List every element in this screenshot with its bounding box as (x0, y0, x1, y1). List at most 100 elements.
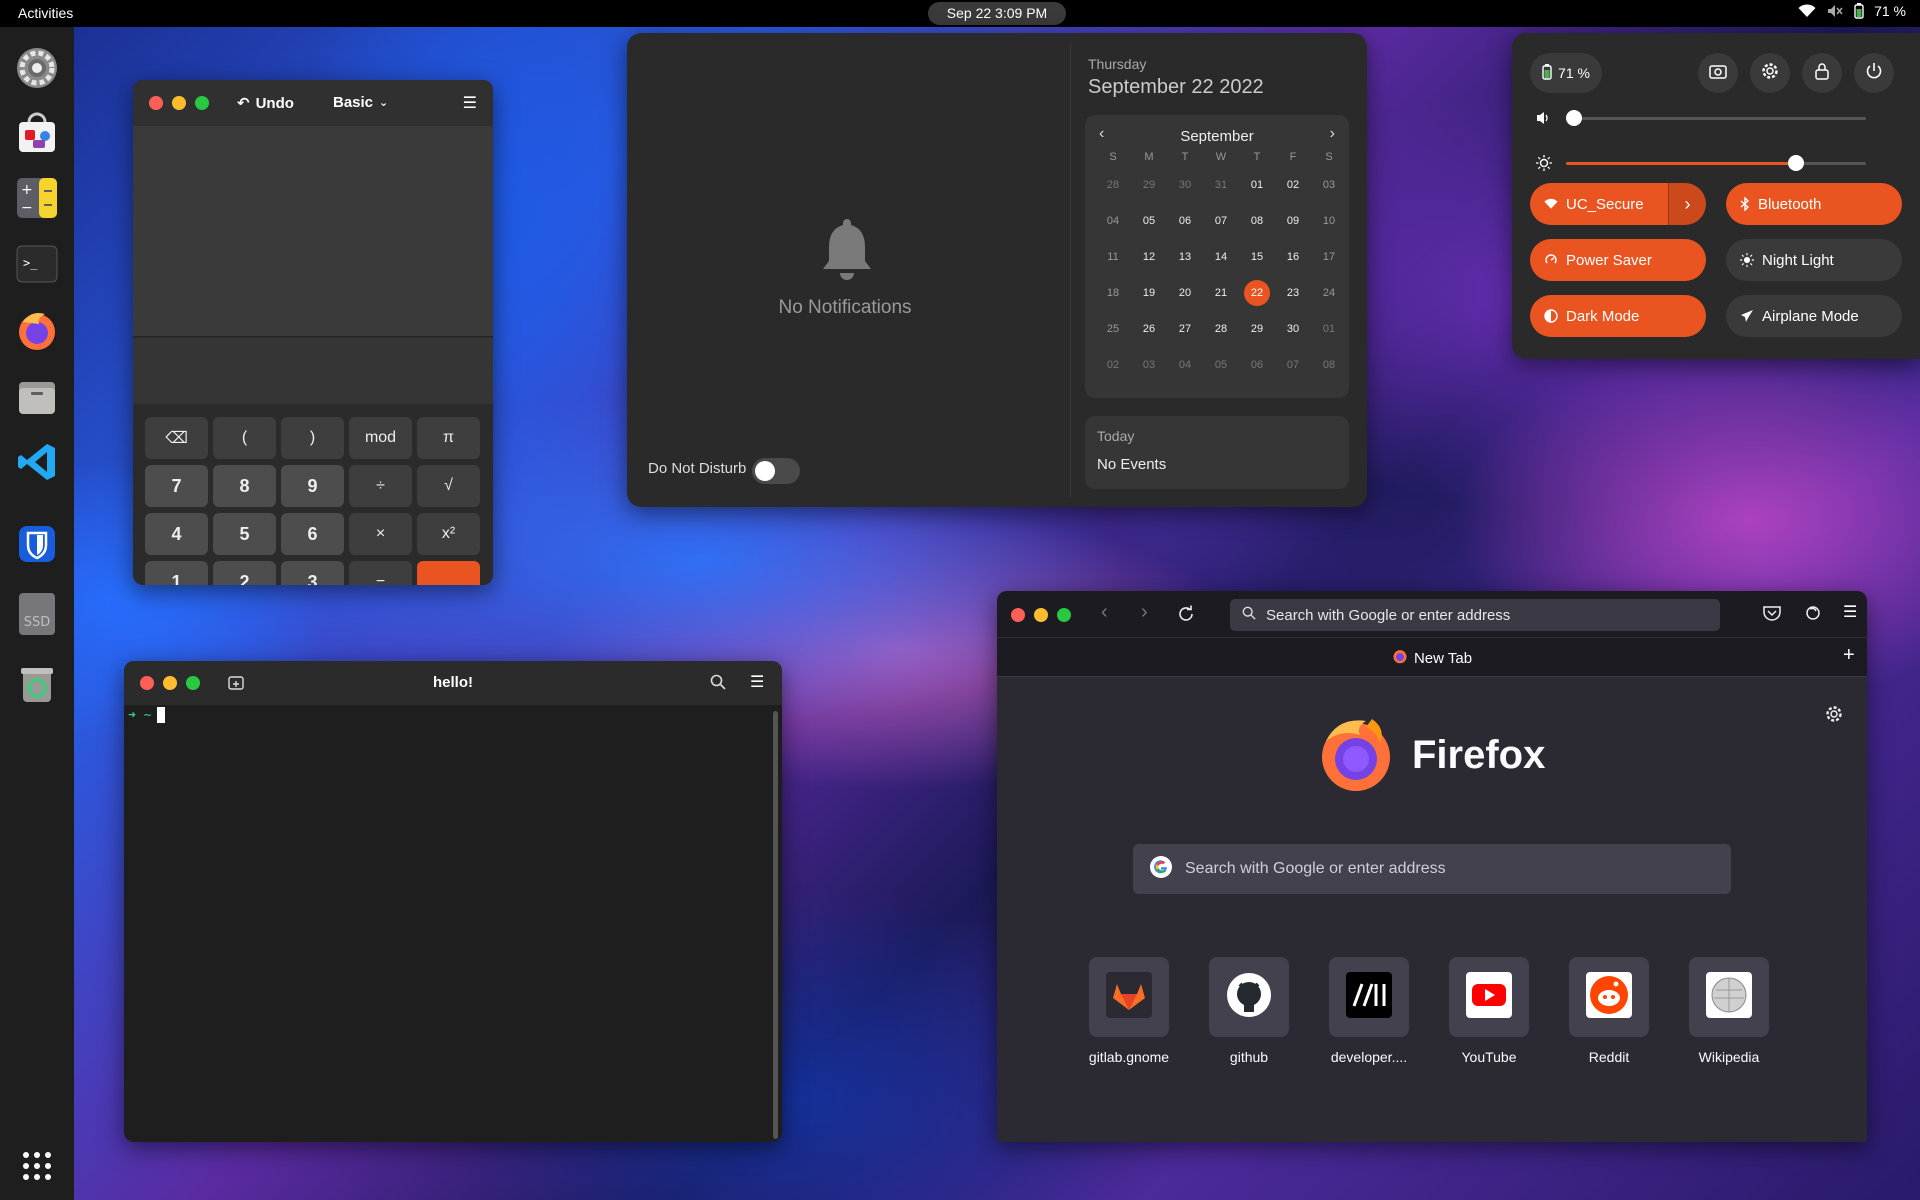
firefox-view-icon[interactable] (1805, 605, 1821, 626)
terminal-content[interactable]: ➜ ~ (128, 707, 166, 723)
digit-1-key[interactable]: 1 (145, 561, 208, 585)
shortcut-wikipedia[interactable]: Wikipedia (1673, 957, 1785, 1065)
shortcut-github[interactable]: github (1193, 957, 1305, 1065)
firefox-app-icon[interactable] (13, 306, 61, 354)
calendar-day[interactable]: 30 (1167, 167, 1203, 203)
calendar-day[interactable]: 19 (1131, 275, 1167, 311)
clock-button[interactable]: Sep 22 3:09 PM (928, 2, 1066, 25)
maximize-button[interactable] (195, 96, 209, 110)
terminal-app-icon[interactable]: >_ (13, 240, 61, 288)
calendar-day[interactable]: 01 (1239, 167, 1275, 203)
calendar-day[interactable]: 06 (1167, 203, 1203, 239)
back-button[interactable]: ‹ (1101, 601, 1108, 624)
calendar-day[interactable]: 21 (1203, 275, 1239, 311)
calculator-input-display[interactable] (133, 338, 493, 404)
digit-4-key[interactable]: 4 (145, 513, 208, 555)
newtab-search-input[interactable]: Search with Google or enter address (1133, 844, 1731, 894)
digit-6-key[interactable]: 6 (281, 513, 344, 555)
digit-5-key[interactable]: 5 (213, 513, 276, 555)
brightness-slider[interactable] (1566, 154, 1866, 172)
undo-button[interactable]: ↶ Undo (237, 94, 294, 113)
calendar-day[interactable]: 28 (1095, 167, 1131, 203)
show-apps-icon[interactable] (13, 1142, 61, 1190)
minus-key[interactable]: − (349, 561, 412, 585)
menu-icon[interactable]: ☰ (463, 93, 477, 113)
calendar-day[interactable]: 05 (1131, 203, 1167, 239)
screenshot-button[interactable] (1698, 53, 1738, 93)
calendar-day[interactable]: 27 (1167, 311, 1203, 347)
dark-mode-toggle[interactable]: Dark Mode (1530, 295, 1706, 337)
pocket-icon[interactable] (1763, 605, 1781, 626)
shortcut-reddit[interactable]: Reddit (1553, 957, 1665, 1065)
calendar-day[interactable]: 24 (1311, 275, 1347, 311)
brightness-knob[interactable] (1788, 155, 1804, 171)
volume-knob[interactable] (1566, 110, 1582, 126)
forward-button[interactable]: › (1141, 601, 1148, 624)
calculator-app-icon[interactable]: + − (13, 174, 61, 222)
calendar-day[interactable]: 06 (1239, 347, 1275, 383)
digit-7-key[interactable]: 7 (145, 465, 208, 507)
system-status-area[interactable]: 71 % (1798, 3, 1906, 19)
digit-9-key[interactable]: 9 (281, 465, 344, 507)
close-button[interactable] (1011, 608, 1025, 622)
calendar-day[interactable]: 11 (1095, 239, 1131, 275)
calendar-day[interactable]: 29 (1239, 311, 1275, 347)
calendar-day[interactable]: 01 (1311, 311, 1347, 347)
events-panel[interactable]: Today No Events (1085, 416, 1349, 489)
files-app-icon[interactable] (13, 372, 61, 420)
calendar-day[interactable]: 20 (1167, 275, 1203, 311)
calendar-day[interactable]: 18 (1095, 275, 1131, 311)
close-button[interactable] (149, 96, 163, 110)
reload-icon[interactable] (1177, 605, 1195, 628)
power-saver-toggle[interactable]: Power Saver (1530, 239, 1706, 281)
menu-icon[interactable]: ☰ (1843, 602, 1857, 622)
maximize-button[interactable] (1057, 608, 1071, 622)
calendar-day[interactable]: 04 (1095, 203, 1131, 239)
settings-gear-icon[interactable] (1825, 705, 1843, 728)
search-icon[interactable] (710, 674, 726, 695)
bluetooth-toggle[interactable]: Bluetooth (1726, 183, 1902, 225)
software-app-icon[interactable] (13, 108, 61, 156)
minimize-button[interactable] (172, 96, 186, 110)
airplane-mode-toggle[interactable]: Airplane Mode (1726, 295, 1902, 337)
vscode-app-icon[interactable] (13, 438, 61, 486)
calendar-day[interactable]: 04 (1167, 347, 1203, 383)
calendar-day[interactable]: 07 (1275, 347, 1311, 383)
trash-icon[interactable] (13, 660, 61, 708)
terminal-scrollbar[interactable] (773, 711, 778, 1139)
calendar-day-today[interactable]: 22 (1239, 275, 1275, 311)
ssd-drive-icon[interactable]: SSD (13, 590, 61, 638)
digit-8-key[interactable]: 8 (213, 465, 276, 507)
power-button[interactable] (1854, 53, 1894, 93)
lock-button[interactable] (1802, 53, 1842, 93)
open-paren-key[interactable]: ( (213, 417, 276, 459)
new-tab-button[interactable]: + (1843, 644, 1855, 667)
shortcut-gitlab[interactable]: gitlab.gnome (1073, 957, 1185, 1065)
calendar-day[interactable]: 28 (1203, 311, 1239, 347)
minimize-button[interactable] (1034, 608, 1048, 622)
calendar-day[interactable]: 07 (1203, 203, 1239, 239)
digit-2-key[interactable]: 2 (213, 561, 276, 585)
calendar-day[interactable]: 10 (1311, 203, 1347, 239)
address-bar[interactable]: Search with Google or enter address (1230, 599, 1720, 631)
uc-secure-toggle[interactable]: UC_Secure › (1530, 183, 1706, 225)
calendar-day[interactable]: 03 (1131, 347, 1167, 383)
mode-dropdown[interactable]: Basic ⌄ (333, 94, 388, 111)
calendar-day[interactable]: 08 (1311, 347, 1347, 383)
settings-app-icon[interactable] (13, 44, 61, 92)
backspace-key[interactable]: ⌫ (145, 417, 208, 459)
tab-new-tab[interactable]: New Tab (997, 648, 1867, 668)
calendar-day[interactable]: 16 (1275, 239, 1311, 275)
divide-key[interactable]: ÷ (349, 465, 412, 507)
volume-slider[interactable] (1566, 109, 1866, 127)
calendar-day[interactable]: 03 (1311, 167, 1347, 203)
night-light-toggle[interactable]: Night Light (1726, 239, 1902, 281)
calendar-day[interactable]: 02 (1275, 167, 1311, 203)
calendar-day[interactable]: 31 (1203, 167, 1239, 203)
battery-button[interactable]: 71 % (1530, 53, 1602, 93)
calendar-day[interactable]: 05 (1203, 347, 1239, 383)
bitwarden-app-icon[interactable] (13, 520, 61, 568)
square-key[interactable]: x² (417, 513, 480, 555)
calendar-day[interactable]: 08 (1239, 203, 1275, 239)
multiply-key[interactable]: × (349, 513, 412, 555)
